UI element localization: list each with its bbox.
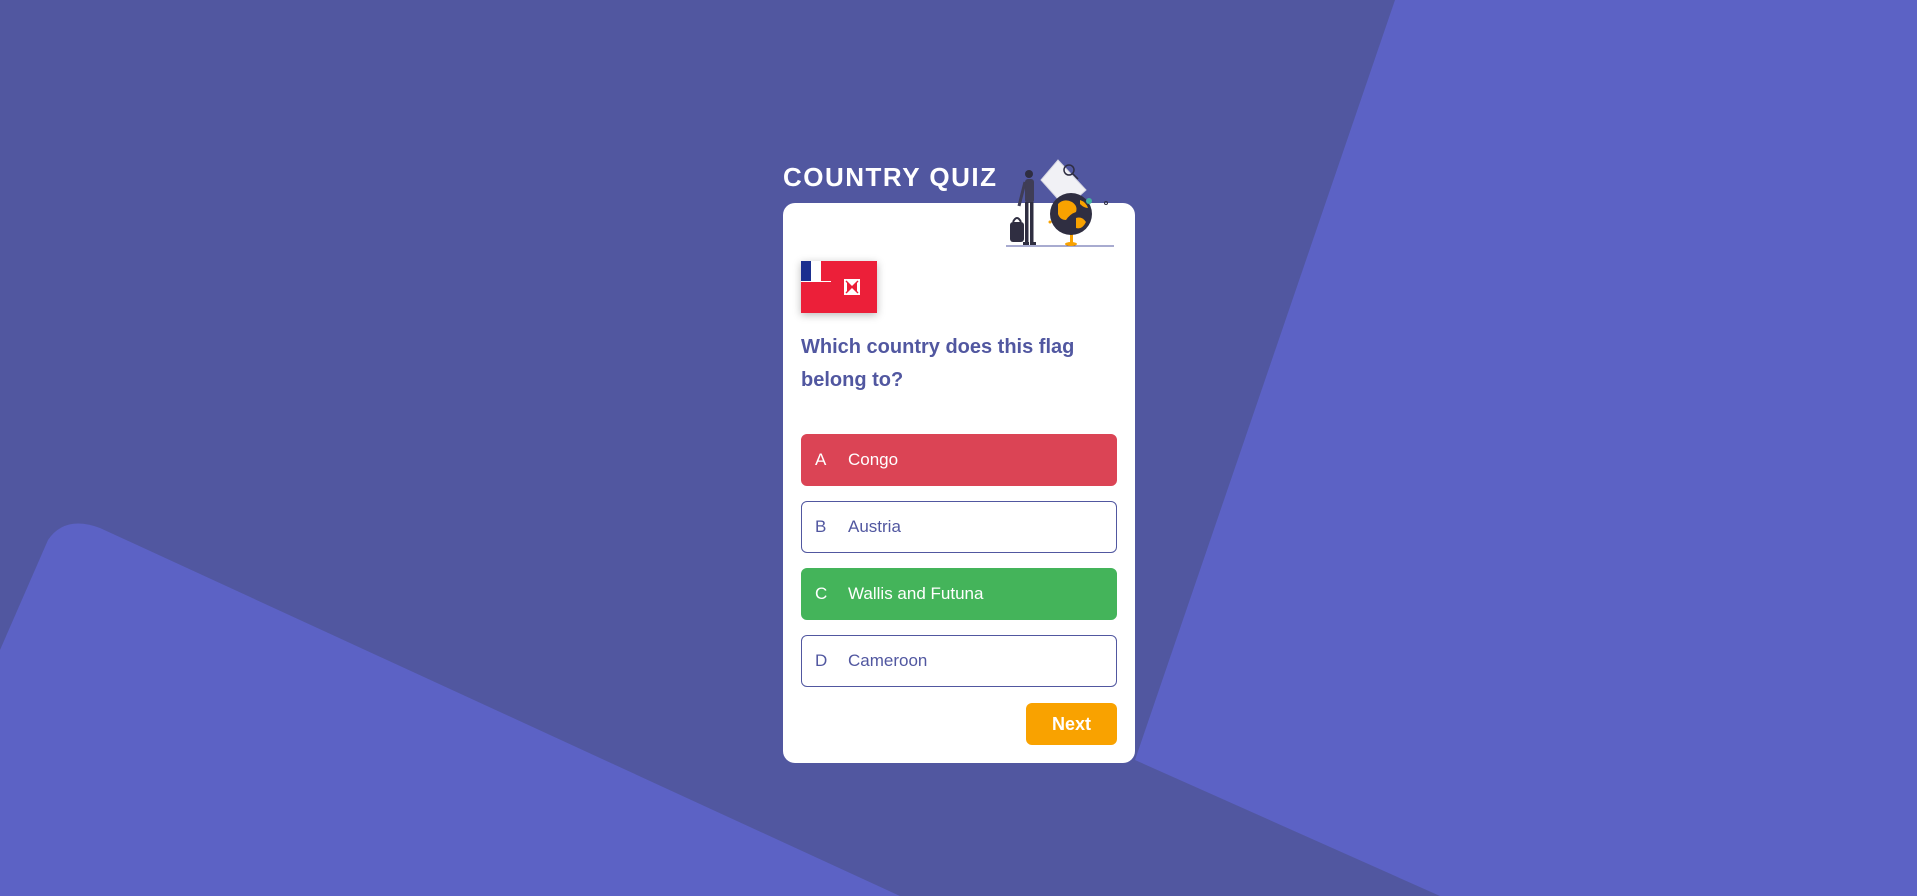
wallis-and-futuna-flag-icon [801, 261, 877, 313]
option-c[interactable]: C Wallis and Futuna [801, 568, 1117, 620]
option-letter: D [815, 651, 828, 670]
option-letter: C [815, 584, 828, 603]
background-shape-right [1135, 0, 1917, 896]
next-button[interactable]: Next [1026, 703, 1117, 745]
quiz-card: Which country does this flag belong to? … [783, 203, 1135, 763]
app-title: COUNTRY QUIZ [783, 162, 998, 192]
option-a[interactable]: A Congo [801, 434, 1117, 486]
question-text: Which country does this flag belong to? [801, 336, 1075, 391]
option-d[interactable]: D Cameroon [801, 635, 1117, 687]
background-shape-left [0, 523, 900, 896]
option-b[interactable]: B Austria [801, 501, 1117, 553]
option-letter: B [815, 517, 827, 536]
option-label: Austria [848, 517, 901, 536]
option-letter: A [815, 450, 827, 469]
option-label: Cameroon [848, 651, 928, 670]
answer-options: A Congo B Austria C Wallis and Futuna D … [801, 434, 1117, 702]
option-label: Congo [848, 450, 899, 469]
option-label: Wallis and Futuna [848, 584, 984, 603]
traveler-with-globe-icon [1006, 159, 1114, 247]
